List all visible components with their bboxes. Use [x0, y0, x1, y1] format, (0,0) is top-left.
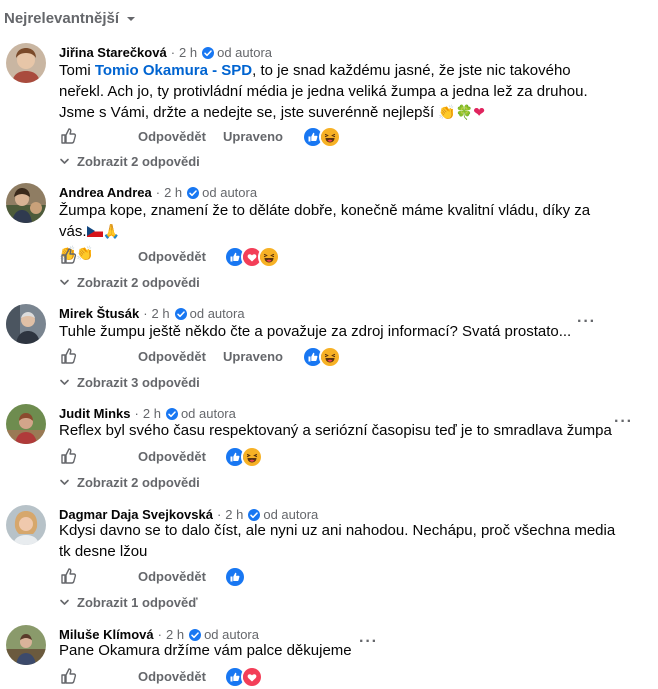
chevron-down-icon	[59, 477, 70, 488]
view-replies-label: Zobrazit 3 odpovědi	[77, 375, 200, 390]
view-replies-button[interactable]: Zobrazit 2 odpovědi	[59, 275, 200, 290]
view-replies-label: Zobrazit 2 odpovědi	[77, 475, 200, 490]
separator-dot: ·	[170, 45, 176, 60]
mention-link[interactable]: Tomio Okamura - SPD	[95, 62, 252, 79]
chevron-down-icon	[59, 377, 70, 388]
like-thumb-icon[interactable]	[59, 247, 77, 265]
avatar[interactable]	[6, 625, 46, 665]
folded-hands-icon: 🙏	[102, 224, 120, 240]
reaction-summary[interactable]	[224, 446, 263, 468]
comment-time[interactable]: 2 h	[179, 45, 197, 60]
like-thumb-icon[interactable]	[59, 447, 77, 465]
view-replies-label: Zobrazit 2 odpovědi	[77, 275, 200, 290]
reply-button[interactable]: Odpovědět	[138, 569, 206, 584]
separator-dot: ·	[155, 185, 161, 200]
comment-time[interactable]: 2 h	[164, 185, 182, 200]
comment-author[interactable]: Judit Minks	[59, 406, 131, 421]
reaction-summary[interactable]	[302, 126, 341, 148]
view-replies-button[interactable]: Zobrazit 2 odpovědi	[59, 475, 200, 490]
edited-label[interactable]: Upraveno	[223, 129, 283, 144]
fan-label: od autora	[189, 306, 245, 321]
top-fan-badge-icon	[202, 47, 214, 59]
reaction-summary[interactable]	[302, 346, 341, 368]
like-reaction-icon	[224, 566, 246, 588]
avatar[interactable]	[6, 183, 46, 223]
reply-button[interactable]: Odpovědět	[138, 349, 206, 364]
reply-button[interactable]: Odpovědět	[138, 249, 206, 264]
like-thumb-icon[interactable]	[59, 127, 77, 145]
haha-reaction-icon	[319, 346, 341, 368]
comment-text-part: Jsme s Vámi, držte a nedejte se, jste su…	[59, 104, 435, 121]
love-reaction-icon	[241, 666, 263, 688]
haha-reaction-icon	[241, 446, 263, 468]
comment-text: Tomi Tomio Okamura - SPD, to je snad kaž…	[59, 60, 619, 124]
separator-dot: ·	[134, 406, 139, 421]
view-replies-button[interactable]: Zobrazit 1 odpověď	[59, 595, 198, 610]
chevron-down-icon	[59, 597, 70, 608]
more-options-button[interactable]: ···	[577, 313, 596, 331]
comment-text: Tuhle žumpu ještě někdo čte a považuje z…	[59, 323, 572, 340]
chevron-down-icon	[59, 277, 70, 288]
reaction-summary[interactable]	[224, 666, 263, 688]
fan-label: od autora	[180, 406, 236, 421]
top-fan-badge-icon	[189, 629, 201, 641]
view-replies-button[interactable]: Zobrazit 3 odpovědi	[59, 375, 200, 390]
comment-text: Reflex byl svého času respektovaný a ser…	[59, 422, 612, 439]
more-options-button[interactable]: ···	[359, 633, 378, 651]
chevron-down-icon	[127, 16, 136, 21]
comment-author[interactable]: Andrea Andrea	[59, 185, 152, 200]
comment-text-part: Žumpa kope, znamení že to děláte dobře, …	[59, 202, 591, 240]
separator-dot: ·	[143, 306, 148, 321]
reaction-summary[interactable]	[224, 566, 246, 588]
top-fan-badge-icon	[187, 187, 199, 199]
view-replies-label: Zobrazit 2 odpovědi	[77, 154, 200, 169]
comment-text: Pane Okamura držíme vám palce děkujeme	[59, 642, 352, 659]
red-heart-icon: ❤	[473, 105, 485, 121]
comment-author[interactable]: Jiřina Starečková	[59, 45, 167, 60]
avatar[interactable]	[6, 43, 46, 83]
view-replies-label: Zobrazit 1 odpověď	[77, 595, 198, 610]
avatar[interactable]	[6, 505, 46, 545]
comment-time[interactable]: 2 h	[143, 406, 161, 421]
comment-time[interactable]: 2 h	[152, 306, 170, 321]
top-fan-badge-icon	[248, 509, 260, 521]
like-thumb-icon[interactable]	[59, 567, 77, 585]
chevron-down-icon	[59, 156, 70, 167]
four-leaf-clover-icon: 🍀	[455, 105, 474, 121]
haha-reaction-icon	[258, 246, 280, 268]
haha-reaction-icon	[319, 126, 341, 148]
top-fan-badge-icon	[175, 308, 187, 320]
like-thumb-icon[interactable]	[59, 667, 77, 685]
clapping-hands-icon: 👏	[438, 105, 456, 121]
comment-text: Kdysi davno se to dalo číst, ale nyni uz…	[59, 522, 616, 560]
reply-button[interactable]: Odpovědět	[138, 129, 206, 144]
reaction-summary[interactable]	[224, 246, 280, 268]
fan-label: od autora	[202, 185, 258, 200]
comment-text-part: Tomi	[59, 62, 95, 79]
sort-label: Nejrelevantnější	[4, 10, 120, 27]
avatar[interactable]	[6, 304, 46, 344]
sort-dropdown[interactable]: Nejrelevantnější	[4, 10, 137, 27]
top-fan-badge-icon	[166, 408, 178, 420]
czech-flag-icon	[86, 226, 103, 237]
more-options-button[interactable]: ···	[614, 413, 633, 431]
edited-label[interactable]: Upraveno	[223, 349, 283, 364]
avatar[interactable]	[6, 404, 46, 444]
like-thumb-icon[interactable]	[59, 347, 77, 365]
view-replies-button[interactable]: Zobrazit 2 odpovědi	[59, 154, 200, 169]
comment-author[interactable]: Mirek Štusák	[59, 306, 139, 321]
fan-label: od autora	[217, 45, 273, 60]
reply-button[interactable]: Odpovědět	[138, 449, 206, 464]
reply-button[interactable]: Odpovědět	[138, 669, 206, 684]
